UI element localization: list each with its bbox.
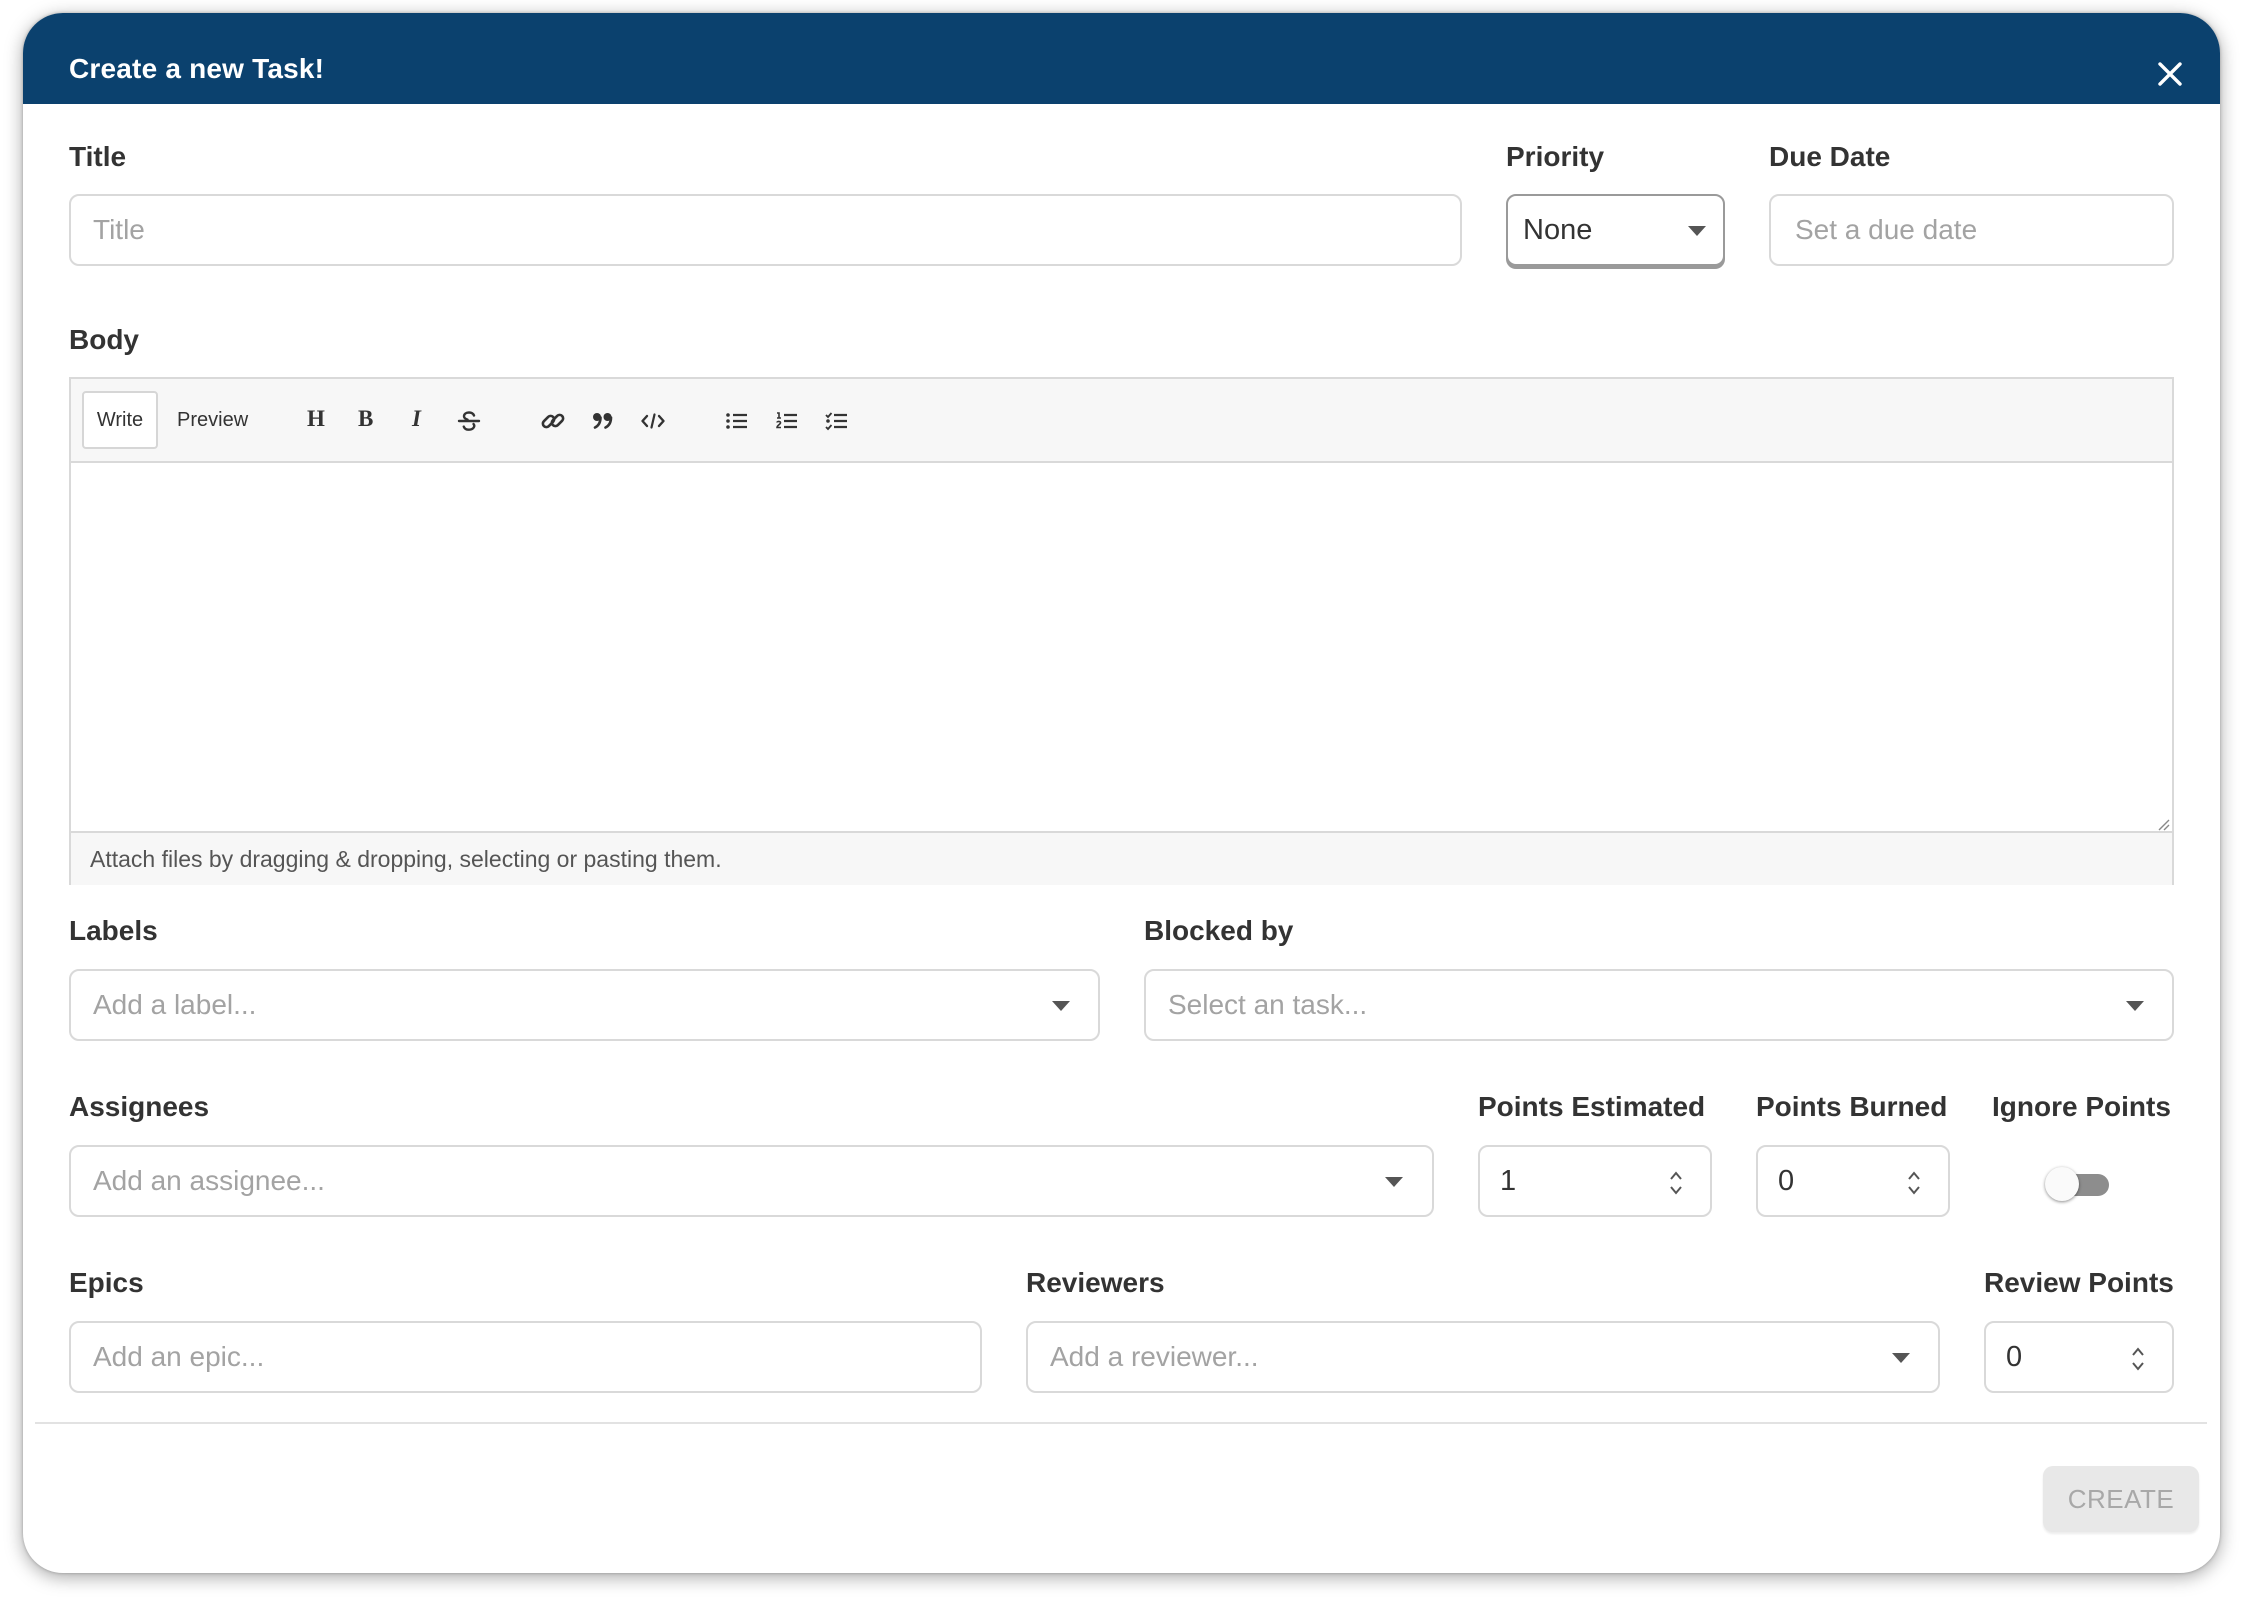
title-placeholder: Title (93, 214, 145, 245)
code-icon[interactable] (639, 407, 667, 435)
resize-handle-icon[interactable] (2156, 817, 2170, 831)
epics-input[interactable]: Add an epic... (69, 1321, 982, 1393)
chevron-down-icon (1052, 1001, 1070, 1011)
ignore-points-label: Ignore Points (1992, 1091, 2171, 1122)
body-textarea[interactable] (71, 465, 2172, 831)
title-input[interactable]: Title (69, 194, 1462, 266)
chevron-down-icon (1892, 1353, 1910, 1363)
assignees-select[interactable]: Add an assignee... (69, 1145, 1434, 1217)
review-points-value: 0 (2006, 1341, 2023, 1373)
assignees-placeholder: Add an assignee... (93, 1165, 325, 1196)
blocked-by-select[interactable]: Select an task... (1144, 969, 2174, 1041)
italic-button[interactable]: I (412, 404, 421, 434)
epics-placeholder: Add an epic... (93, 1341, 265, 1372)
reviewers-label: Reviewers (1026, 1267, 1165, 1298)
stepper-icon[interactable] (1904, 1167, 1924, 1199)
tab-write[interactable]: Write (82, 391, 158, 449)
blocked-by-placeholder: Select an task... (1168, 989, 1368, 1020)
close-icon[interactable] (2153, 57, 2187, 91)
points-burned-label: Points Burned (1756, 1091, 1948, 1122)
review-points-input[interactable]: 0 (1984, 1321, 2174, 1393)
reviewers-select[interactable]: Add a reviewer... (1026, 1321, 1940, 1393)
modal-title: Create a new Task! (69, 53, 325, 84)
attach-files-bar[interactable]: Attach files by dragging & dropping, sel… (71, 831, 2172, 885)
ordered-list-icon[interactable] (773, 407, 801, 435)
toggle-knob (2045, 1167, 2079, 1201)
review-points-label: Review Points (1984, 1267, 2174, 1298)
labels-placeholder: Add a label... (93, 989, 257, 1020)
markdown-editor: Write Preview H B I Attach files by drag… (69, 377, 2174, 885)
priority-label: Priority (1506, 141, 1605, 172)
bold-button[interactable]: B (358, 404, 373, 434)
labels-select[interactable]: Add a label... (69, 969, 1100, 1041)
due-date-label: Due Date (1769, 141, 1891, 172)
points-estimated-value: 1 (1500, 1165, 1517, 1197)
link-icon[interactable] (539, 407, 567, 435)
points-estimated-input[interactable]: 1 (1478, 1145, 1712, 1217)
modal-header: Create a new Task! (23, 13, 2220, 104)
editor-toolbar: Write Preview H B I (71, 379, 2172, 463)
strikethrough-icon[interactable] (455, 407, 483, 435)
stepper-icon[interactable] (2128, 1343, 2148, 1375)
create-button[interactable]: CREATE (2043, 1466, 2199, 1532)
assignees-label: Assignees (69, 1091, 210, 1122)
body-label: Body (69, 324, 139, 355)
attach-hint: Attach files by dragging & dropping, sel… (90, 846, 722, 872)
chevron-down-icon (1385, 1177, 1403, 1187)
due-date-input[interactable]: Set a due date (1769, 194, 2174, 266)
blocked-by-label: Blocked by (1144, 915, 1294, 946)
chevron-down-icon (2126, 1001, 2144, 1011)
footer-divider (35, 1422, 2207, 1424)
priority-select[interactable]: None (1506, 194, 1725, 266)
due-date-placeholder: Set a due date (1795, 214, 1978, 245)
quote-icon[interactable] (589, 407, 617, 435)
points-estimated-label: Points Estimated (1478, 1091, 1706, 1122)
epics-label: Epics (69, 1267, 144, 1298)
points-burned-input[interactable]: 0 (1756, 1145, 1950, 1217)
heading-button[interactable]: H (307, 404, 325, 434)
priority-value: None (1523, 214, 1593, 246)
points-burned-value: 0 (1778, 1165, 1795, 1197)
unordered-list-icon[interactable] (723, 407, 751, 435)
title-label: Title (69, 141, 127, 172)
labels-label: Labels (69, 915, 158, 946)
create-task-modal: Create a new Task! Title Title Priority … (23, 13, 2220, 1573)
chevron-down-icon (1688, 226, 1706, 236)
ignore-points-toggle[interactable] (2043, 1165, 2113, 1201)
stepper-icon[interactable] (1666, 1167, 1686, 1199)
tab-preview[interactable]: Preview (177, 391, 248, 449)
task-list-icon[interactable] (823, 407, 851, 435)
reviewers-placeholder: Add a reviewer... (1050, 1341, 1259, 1372)
